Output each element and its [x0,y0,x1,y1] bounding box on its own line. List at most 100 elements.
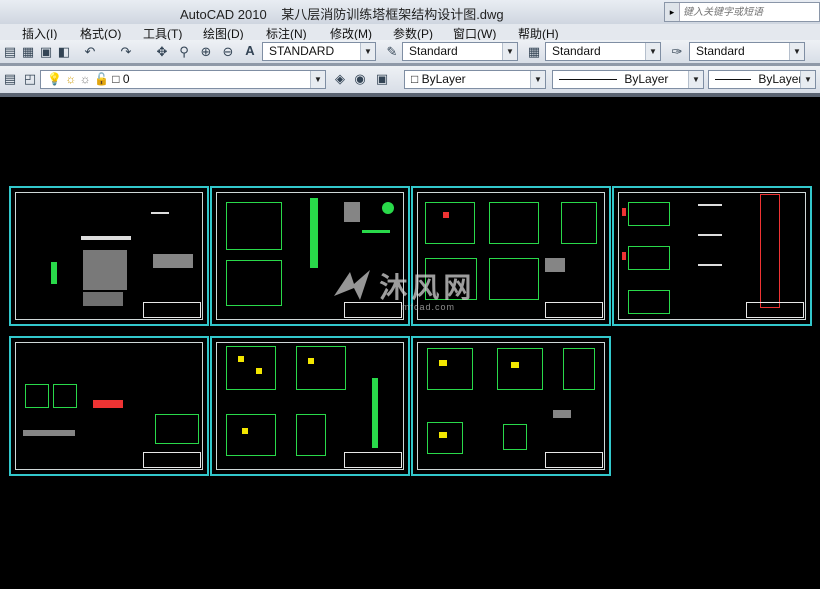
layer-state-icon[interactable]: ◰ [22,71,38,87]
stair-plan [628,246,670,270]
zoom-previous-icon[interactable]: ⊖ [220,44,236,60]
menu-bar: 插入(I) 格式(O) 工具(T) 绘图(D) 标注(N) 修改(M) 参数(P… [0,24,820,41]
text-style-value: STANDARD [269,44,335,58]
title-bar: AutoCAD 2010 某八层消防训练塔框架结构设计图.dwg ▸ [0,0,820,25]
section-label [698,264,722,266]
highlight-mark [242,428,248,434]
lightbulb-icon: 💡 [47,72,62,86]
search-expand-icon[interactable]: ▸ [665,3,680,21]
drawing-sheet-1[interactable] [9,186,209,326]
plan-grid [425,202,475,244]
stair-section [760,194,780,308]
chevron-down-icon[interactable]: ▼ [360,43,375,60]
file-name: 某八层消防训练塔框架结构设计图.dwg [281,7,504,22]
drawing-sheet-4[interactable] [612,186,812,326]
detail-plan [503,424,527,450]
highlight-mark [256,368,262,374]
text-style-select[interactable]: STANDARD ▼ [262,42,376,61]
notes-block [83,250,127,290]
zoom-realtime-icon[interactable]: ⚲ [176,44,192,60]
detail-plan [25,384,49,408]
highlight-mark [622,252,626,260]
multileader-style-icon[interactable]: ✑ [669,44,685,60]
linetype-preview [559,79,617,81]
plan-grid [226,260,282,306]
chevron-down-icon[interactable]: ▼ [530,71,545,88]
help-search-box[interactable]: ▸ [664,2,820,22]
highlight-mark [439,432,447,438]
plan-grid [296,346,346,390]
highlight-mark [238,356,244,362]
linetype-value: ByLayer [624,72,669,86]
chevron-down-icon[interactable]: ▼ [310,71,325,88]
layer-previous-icon[interactable]: ◉ [352,71,368,87]
chevron-down-icon[interactable]: ▼ [645,43,660,60]
lineweight-select[interactable]: ByLayer ▼ [708,70,816,89]
plan-grid [427,422,463,454]
lock-icon: 🔓 [93,72,109,86]
plan-grid [563,348,595,390]
dim-style-icon[interactable]: ✎ [384,44,400,60]
chevron-down-icon[interactable]: ▼ [800,71,815,88]
table-style-value: Standard [552,44,601,58]
make-current-layer-icon[interactable]: ◈ [332,71,348,87]
lineweight-preview [715,79,751,81]
paste-icon[interactable]: ◧ [56,44,72,60]
dim-style-value: Standard [409,44,458,58]
plan-grid [489,258,539,300]
text-style-icon[interactable]: A [242,43,258,59]
plan-grid [489,202,539,244]
color-value: ByLayer [421,72,466,86]
column-elevation [372,378,378,448]
calculator-icon[interactable]: ▣ [38,44,54,60]
plan-grid [226,346,276,390]
plan-grid [427,348,473,390]
sheet-set-icon[interactable]: ▤ [2,44,18,60]
plan-grid [226,414,276,456]
plan-grid [226,202,282,250]
dim-style-select[interactable]: Standard ▼ [402,42,518,61]
plan-grid [497,348,543,390]
linetype-select[interactable]: ByLayer ▼ [552,70,704,89]
drawing-sheet-6[interactable] [210,336,410,476]
detail-plan [53,384,77,408]
redo-icon[interactable]: ↷ [118,44,134,60]
drawing-canvas[interactable]: 沐风网 mfcad.com [0,97,820,589]
table-style-select[interactable]: Standard ▼ [545,42,661,61]
table-style-icon[interactable]: ▦ [526,44,542,60]
stair-plan [628,202,670,226]
legend-block [51,262,57,284]
help-search-input[interactable] [681,4,819,21]
section-detail [545,258,565,272]
site-watermark: 沐风网 mfcad.com [330,266,475,312]
sheet-note [151,212,169,214]
layer-properties-icon[interactable]: ▤ [2,71,18,87]
notes-table [153,254,193,268]
highlight-mark [308,358,314,364]
layer-select[interactable]: 💡 ☼ ☼ 🔓 □ 0 ▼ [40,70,326,89]
section-detail [344,202,360,222]
markup-icon[interactable]: ▦ [20,44,36,60]
freeze-icon: ☼ [79,72,91,86]
watermark-url: mfcad.com [402,302,456,312]
drawing-sheet-5[interactable] [9,336,209,476]
drawing-sheet-7[interactable] [411,336,611,476]
schedule-table [155,414,199,444]
chevron-down-icon[interactable]: ▼ [502,43,517,60]
chevron-down-icon[interactable]: ▼ [688,71,703,88]
layer-isolate-icon[interactable]: ▣ [374,71,390,87]
title-block [143,302,201,318]
title-block [545,452,603,468]
multileader-style-select[interactable]: Standard ▼ [689,42,805,61]
title-block [746,302,804,318]
lineweight-value: ByLayer [758,72,803,86]
highlight-mark [443,212,449,218]
standard-styles-toolbar: ▤ ▦ ▣ ◧ ↶ ↷ ✥ ⚲ ⊕ ⊖ A STANDARD ▼ ✎ Stand… [0,40,820,64]
zoom-window-icon[interactable]: ⊕ [198,44,214,60]
window-title: AutoCAD 2010 某八层消防训练塔框架结构设计图.dwg [180,4,504,23]
pan-icon[interactable]: ✥ [154,44,170,60]
color-select[interactable]: □ ByLayer ▼ [404,70,546,89]
chevron-down-icon[interactable]: ▼ [789,43,804,60]
highlight-mark [511,362,519,368]
undo-icon[interactable]: ↶ [82,44,98,60]
